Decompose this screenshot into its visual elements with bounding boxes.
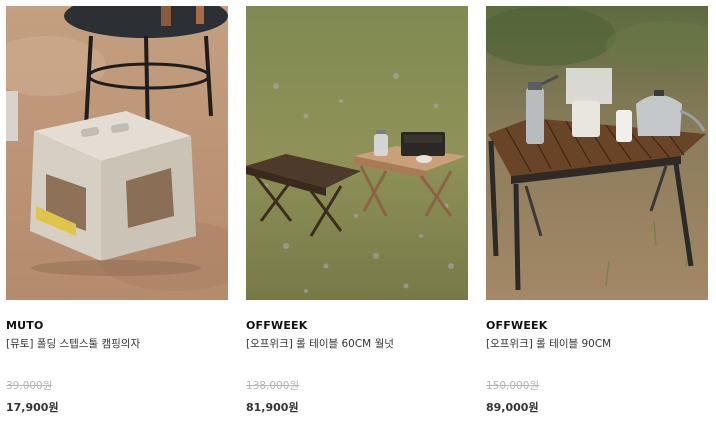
sale-price: 81,900원 [246,401,299,414]
product-image-roll-table-walnut[interactable] [246,6,468,300]
product-card[interactable]: MUTO [뮤토] 폴딩 스텝스툴 캠핑의자 39,000원 17,900원 [6,6,228,414]
product-name[interactable]: [뮤토] 폴딩 스텝스툴 캠핑의자 [6,336,140,351]
product-brand[interactable]: OFFWEEK [486,319,547,332]
sale-price: 89,000원 [486,401,539,414]
product-image-roll-table-90[interactable] [486,6,708,300]
product-brand[interactable]: OFFWEEK [246,319,307,332]
product-name[interactable]: [오프위크] 롤 테이블 60CM 월넛 [246,336,394,351]
product-image-folding-stool[interactable] [6,6,228,300]
original-price: 39,000원 [6,380,53,392]
product-brand[interactable]: MUTO [6,319,44,332]
product-card[interactable]: OFFWEEK [오프위크] 롤 테이블 60CM 월넛 138,000원 81… [246,6,468,414]
sale-price: 17,900원 [6,401,59,414]
original-price: 150,000원 [486,380,540,392]
original-price: 138,000원 [246,380,300,392]
product-card[interactable]: OFFWEEK [오프위크] 롤 테이블 90CM 150,000원 89,00… [486,6,708,414]
product-name[interactable]: [오프위크] 롤 테이블 90CM [486,336,611,351]
